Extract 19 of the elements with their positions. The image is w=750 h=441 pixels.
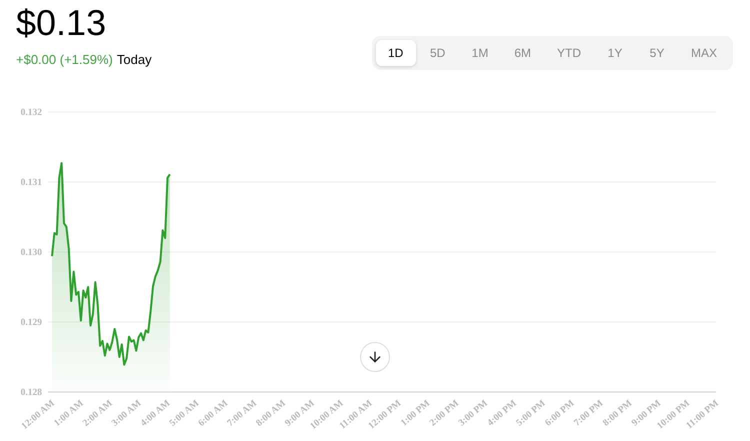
price: $0.13 [16,2,108,44]
range-tab[interactable]: YTD [544,40,593,66]
range-tab[interactable]: 6M [502,40,543,66]
y-axis-label: 0.131 [20,178,42,188]
range-tab[interactable]: 5Y [636,40,677,66]
y-axis-label: 0.132 [20,108,42,118]
arrow-down-icon [367,349,383,365]
range-tab[interactable]: 1D [376,40,416,66]
range-tab[interactable]: 1Y [594,40,635,66]
y-axis-label: 0.128 [20,388,42,398]
change-value: +$0.00 (+1.59%) [16,51,113,69]
scroll-down-button[interactable] [360,342,390,372]
range-tab[interactable]: 1M [460,40,500,66]
range-tab[interactable]: MAX [678,40,729,66]
y-axis-label: 0.129 [20,318,42,328]
period-label: Today [116,51,152,69]
range-tab[interactable]: 5D [418,40,458,66]
x-axis-label: 3:00 PM [457,398,490,429]
y-axis-label: 0.130 [20,248,42,258]
